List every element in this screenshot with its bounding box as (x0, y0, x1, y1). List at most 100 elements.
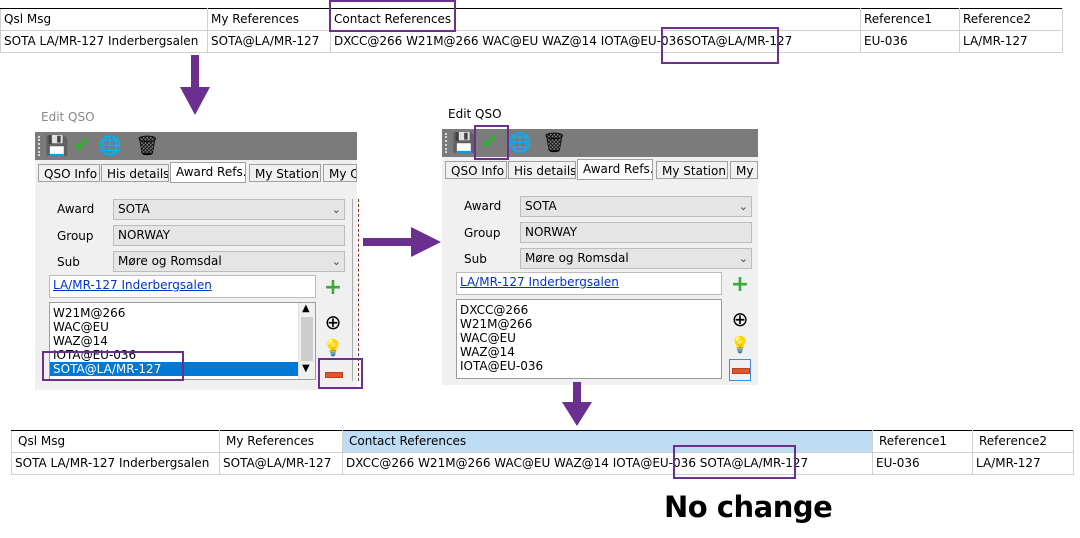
globe-icon[interactable]: 🌐 (508, 132, 532, 154)
sub-select[interactable]: Møre og Romsdal ⌄ (113, 251, 345, 272)
add-reference-button[interactable]: + (322, 277, 344, 299)
trash-icon[interactable]: 🗑 (135, 135, 159, 157)
dialog-right-body: QSO Info His details Award Refs. My Stat… (442, 157, 758, 385)
globe-icon[interactable]: 🌐 (98, 135, 122, 157)
tab-qso-info[interactable]: QSO Info (38, 164, 100, 182)
lightbulb-icon[interactable]: 💡 (729, 334, 751, 356)
tab-his-details[interactable]: His details (508, 161, 576, 179)
save-icon[interactable]: 💾 (452, 132, 476, 154)
award-select[interactable]: SOTA ⌄ (113, 199, 345, 220)
sub-label: Sub (464, 252, 487, 266)
chevron-down-icon: ⌄ (738, 200, 748, 213)
group-field[interactable]: NORWAY (113, 225, 345, 246)
col-header-my-references[interactable]: My References (219, 430, 343, 453)
sub-label: Sub (57, 255, 80, 269)
sub-select[interactable]: Møre og Romsdal ⌄ (520, 248, 752, 269)
highlight-top-sota-ref (661, 27, 779, 64)
add-reference-button[interactable]: + (729, 274, 751, 296)
list-item[interactable]: WAC@EU (457, 331, 721, 345)
award-value: SOTA (118, 202, 150, 216)
col-header-qsl-msg[interactable]: Qsl Msg (11, 430, 220, 453)
reference-link[interactable]: LA/MR-127 Inderbergsalen (53, 278, 212, 292)
sub-value: Møre og Romsdal (525, 251, 629, 265)
highlight-bottom-sota-ref (673, 445, 796, 479)
list-scrollbar[interactable]: ▲ ▼ (298, 303, 315, 379)
tab-my-station[interactable]: My Station (656, 161, 728, 179)
dialog-left-caption: Edit QSO (41, 110, 95, 124)
add-circle-button[interactable]: ⊕ (729, 308, 751, 330)
tab-my-q[interactable]: My Q (323, 164, 357, 182)
list-item[interactable]: WAC@EU (50, 320, 315, 334)
cell-reference2[interactable]: LA/MR-127 (972, 452, 1074, 475)
top-qso-grid: Qsl Msg My References Contact References… (0, 8, 1063, 53)
list-item[interactable]: DXCC@266 (457, 303, 721, 317)
chevron-down-icon: ⌄ (331, 203, 341, 216)
highlight-contact-references-header (329, 0, 456, 32)
col-header-reference2[interactable]: Reference2 (959, 8, 1063, 31)
reference-link-box: LA/MR-127 Inderbergsalen (49, 275, 316, 298)
cell-my-references[interactable]: SOTA@LA/MR-127 (207, 30, 331, 53)
award-label: Award (464, 199, 502, 213)
list-item[interactable]: WAZ@14 (457, 345, 721, 359)
toolbar-grip (445, 133, 450, 153)
dialog-right-caption: Edit QSO (448, 107, 502, 121)
tab-his-details[interactable]: His details (101, 164, 169, 182)
no-change-annotation: No change (664, 490, 833, 524)
arrow-right-icon (363, 227, 441, 257)
trash-icon[interactable]: 🗑 (542, 132, 566, 154)
col-header-my-references[interactable]: My References (207, 8, 331, 31)
highlight-check-button (474, 125, 509, 160)
col-header-reference1[interactable]: Reference1 (872, 430, 973, 453)
scroll-down-icon[interactable]: ▼ (302, 363, 310, 374)
reference-link[interactable]: LA/MR-127 Inderbergsalen (460, 275, 619, 289)
col-header-qsl-msg[interactable]: Qsl Msg (0, 8, 208, 31)
cell-reference2[interactable]: LA/MR-127 (959, 30, 1063, 53)
list-item[interactable]: W21M@266 (457, 317, 721, 331)
award-value: SOTA (525, 199, 557, 213)
side-panel-edge (352, 199, 359, 381)
tab-award-refs[interactable]: Award Refs. (577, 159, 653, 180)
group-label: Group (57, 229, 94, 243)
tab-qso-info[interactable]: QSO Info (445, 161, 507, 179)
cell-qsl-msg[interactable]: SOTA LA/MR-127 Inderbergsalen (11, 452, 220, 475)
dialog-left-toolbar: 💾 ✔ 🌐 🗑 (35, 132, 357, 160)
bottom-qso-grid: Qsl Msg My References Contact References… (11, 430, 1074, 475)
toolbar-grip (38, 136, 43, 156)
highlight-remove-button (318, 358, 363, 389)
arrow-down-icon (562, 382, 592, 426)
award-label: Award (57, 202, 95, 216)
scroll-thumb[interactable] (301, 317, 313, 361)
tab-award-refs[interactable]: Award Refs. (170, 162, 246, 183)
dialog-right-tabs: QSO Info His details Award Refs. My Stat… (442, 159, 758, 183)
group-label: Group (464, 226, 501, 240)
dialog-left-tabs: QSO Info His details Award Refs. My Stat… (35, 162, 357, 186)
award-select[interactable]: SOTA ⌄ (520, 196, 752, 217)
reference-link-box: LA/MR-127 Inderbergsalen (456, 272, 722, 295)
tab-my-station[interactable]: My Station (249, 164, 321, 182)
check-icon[interactable]: ✔ (71, 135, 93, 157)
add-circle-button[interactable]: ⊕ (322, 311, 344, 333)
cell-contact-references[interactable]: DXCC@266 W21M@266 WAC@EU WAZ@14 IOTA@EU-… (330, 30, 861, 53)
col-header-reference2[interactable]: Reference2 (972, 430, 1074, 453)
arrow-down-icon (180, 55, 210, 115)
cell-reference1[interactable]: EU-036 (860, 30, 960, 53)
group-field[interactable]: NORWAY (520, 222, 752, 243)
scroll-up-icon[interactable]: ▲ (302, 303, 310, 314)
col-header-reference1[interactable]: Reference1 (860, 8, 960, 31)
chevron-down-icon: ⌄ (738, 252, 748, 265)
list-item[interactable]: W21M@266 (50, 306, 315, 320)
cell-qsl-msg[interactable]: SOTA LA/MR-127 Inderbergsalen (0, 30, 208, 53)
tab-my-q[interactable]: My Q (730, 161, 758, 179)
cell-my-references[interactable]: SOTA@LA/MR-127 (219, 452, 343, 475)
list-item[interactable]: IOTA@EU-036 (457, 359, 721, 373)
contact-refs-text: DXCC@266 W21M@266 WAC@EU WAZ@14 IOTA@EU-… (346, 456, 696, 470)
highlight-selected-sota (42, 351, 184, 381)
reference-list[interactable]: DXCC@266 W21M@266 WAC@EU WAZ@14 IOTA@EU-… (456, 299, 722, 379)
cell-reference1[interactable]: EU-036 (872, 452, 973, 475)
remove-reference-button[interactable] (729, 359, 751, 381)
list-item[interactable]: WAZ@14 (50, 334, 315, 348)
lightbulb-icon[interactable]: 💡 (322, 337, 344, 359)
contact-refs-text: DXCC@266 W21M@266 WAC@EU WAZ@14 IOTA@EU-… (334, 34, 684, 48)
sub-value: Møre og Romsdal (118, 254, 222, 268)
save-icon[interactable]: 💾 (45, 135, 69, 157)
